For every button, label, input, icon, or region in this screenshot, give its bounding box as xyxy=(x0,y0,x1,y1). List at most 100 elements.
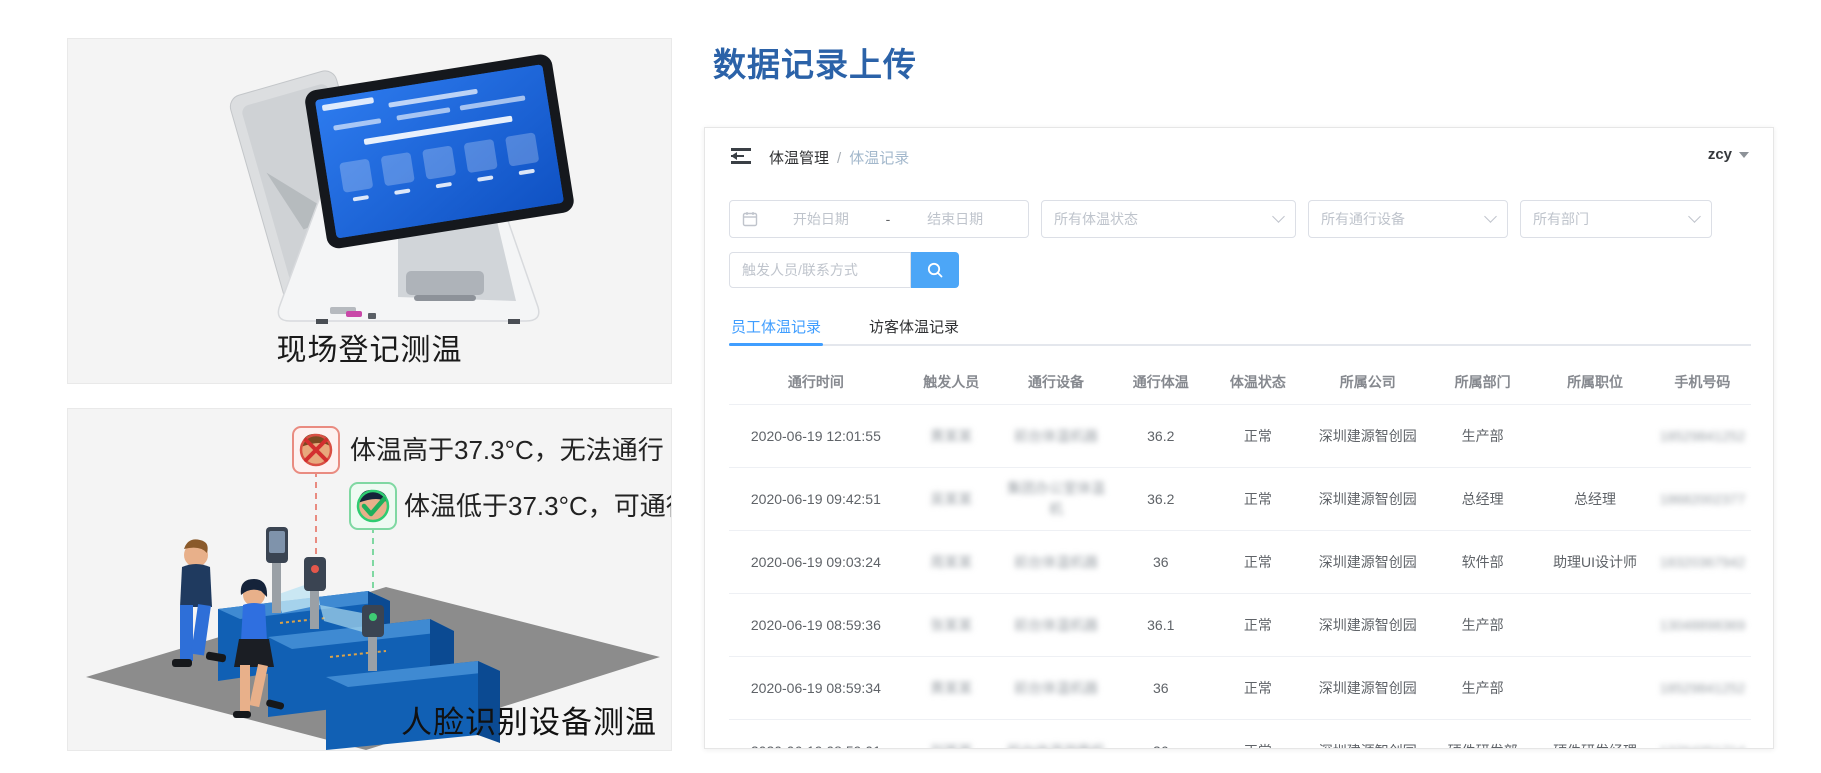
cell-phone-masked: 18682002377 xyxy=(1653,467,1751,531)
allow-annotation: 体温低于37.3°C，可通行 xyxy=(404,491,672,521)
cell-phone-masked: 13048898369 xyxy=(1653,593,1751,657)
cell-department: 硬件研发部 xyxy=(1429,719,1537,748)
cell-phone-masked: 18529841252 xyxy=(1653,656,1751,720)
caption-onsite-registration: 现场登记测温 xyxy=(276,334,463,367)
date-range-picker[interactable]: 开始日期 - 结束日期 xyxy=(729,200,1029,238)
cell-device-masked: 前台体温机器 xyxy=(999,530,1113,594)
page-title: 数据记录上传 xyxy=(713,46,917,83)
calendar-icon xyxy=(742,212,758,227)
record-tabs: 员工体温记录 访客体温记录 xyxy=(729,306,1751,346)
cell-temp: 36 xyxy=(1112,719,1210,748)
status-select-value: 所有体温状态 xyxy=(1054,211,1138,227)
department-select-value: 所有部门 xyxy=(1533,211,1589,227)
cell-temp: 36 xyxy=(1112,530,1210,594)
cell-person-masked: 吴某某 xyxy=(902,467,1000,531)
cell-company: 深圳建源智创园 xyxy=(1306,719,1430,748)
cell-time: 2020-06-19 08:59:34 xyxy=(729,656,903,720)
cell-status: 正常 xyxy=(1209,467,1307,531)
breadcrumb-current: 体温记录 xyxy=(849,150,910,167)
tab-employee-records[interactable]: 员工体温记录 xyxy=(729,306,824,346)
col-company: 所属公司 xyxy=(1339,374,1396,390)
face-deny-icon xyxy=(292,426,340,474)
cell-temp: 36 xyxy=(1112,656,1210,720)
chevron-down-icon xyxy=(1688,210,1701,223)
cell-status: 正常 xyxy=(1209,530,1307,594)
app-card: 体温管理 / 体温记录 zcy 开始日期 - 结束日期 所有体温状态 所有通行设备 xyxy=(704,127,1774,749)
breadcrumb: 体温管理 / 体温记录 xyxy=(769,147,909,168)
table-header-row: 通行时间 触发人员 通行设备 通行体温 体温状态 所属公司 所属部门 所属职位 … xyxy=(729,360,1751,405)
cell-phone-masked: 18529841252 xyxy=(1653,404,1751,468)
cell-time: 2020-06-19 08:59:36 xyxy=(729,593,903,657)
cell-time: 2020-06-19 12:01:55 xyxy=(729,404,903,468)
cell-phone-masked: 18320367942 xyxy=(1653,530,1751,594)
cell-person-masked: 刘某某 xyxy=(902,719,1000,748)
cell-device-masked: 前台体温测量机 xyxy=(999,719,1113,748)
cell-status: 正常 xyxy=(1209,719,1307,748)
col-device: 通行设备 xyxy=(1028,374,1085,390)
search-input[interactable]: 触发人员/联系方式 xyxy=(729,252,911,288)
cell-position: 硬件研发经理 xyxy=(1536,719,1654,748)
menu-collapse-icon[interactable] xyxy=(731,148,751,164)
search-icon xyxy=(927,262,943,278)
search-row: 触发人员/联系方式 xyxy=(729,252,959,288)
cell-status: 正常 xyxy=(1209,656,1307,720)
cell-department: 软件部 xyxy=(1429,530,1537,594)
col-department: 所属部门 xyxy=(1454,374,1511,390)
cell-company: 深圳建源智创园 xyxy=(1306,656,1430,720)
col-pass-time: 通行时间 xyxy=(787,374,844,390)
cell-position xyxy=(1536,404,1654,468)
cell-time: 2020-06-19 08:59:01 xyxy=(729,719,903,748)
breadcrumb-section[interactable]: 体温管理 xyxy=(769,150,829,167)
cell-device-masked: 集团办公室体温机 xyxy=(999,467,1113,531)
cell-device-masked: 前台体温机器 xyxy=(999,656,1113,720)
cell-person-masked: 黄某某 xyxy=(902,656,1000,720)
department-select[interactable]: 所有部门 xyxy=(1520,200,1712,238)
cell-company: 深圳建源智创园 xyxy=(1306,530,1430,594)
cell-position xyxy=(1536,656,1654,720)
search-button[interactable] xyxy=(911,252,959,288)
cell-person-masked: 周某某 xyxy=(902,530,1000,594)
cell-company: 深圳建源智创园 xyxy=(1306,593,1430,657)
breadcrumb-separator: / xyxy=(837,150,842,167)
panel-onsite-registration: 现场登记测温 xyxy=(67,38,672,384)
date-end-placeholder: 结束日期 xyxy=(927,211,984,227)
filter-row: 开始日期 - 结束日期 所有体温状态 所有通行设备 所有部门 xyxy=(729,200,1712,238)
cell-time: 2020-06-19 09:03:24 xyxy=(729,530,903,594)
user-menu[interactable]: zcy xyxy=(1708,146,1749,163)
cell-position: 助理UI设计师 xyxy=(1536,530,1654,594)
device-select-value: 所有通行设备 xyxy=(1321,211,1405,227)
cell-status: 正常 xyxy=(1209,404,1307,468)
date-start-placeholder: 开始日期 xyxy=(792,211,849,227)
col-person: 触发人员 xyxy=(923,374,980,390)
cell-company: 深圳建源智创园 xyxy=(1306,404,1430,468)
records-table: 通行时间 触发人员 通行设备 通行体温 体温状态 所属公司 所属部门 所属职位 … xyxy=(729,360,1751,748)
cell-person-masked: 黄某某 xyxy=(902,404,1000,468)
registration-device-illustration xyxy=(229,54,574,324)
table-row: 2020-06-19 09:03:24 周某某 前台体温机器 36 正常 深圳建… xyxy=(729,530,1751,594)
pass-device-select[interactable]: 所有通行设备 xyxy=(1308,200,1508,238)
cell-department: 生产部 xyxy=(1429,404,1537,468)
panel-face-recognition: 体温高于37.3°C，无法通行 体温低于37.3°C，可通行 人脸识别设备测温 xyxy=(67,408,672,751)
user-name: zcy xyxy=(1707,146,1732,163)
temperature-status-select[interactable]: 所有体温状态 xyxy=(1041,200,1296,238)
table-row: 2020-06-19 09:42:51 吴某某 集团办公室体温机 36.2 正常… xyxy=(729,467,1751,531)
col-status: 体温状态 xyxy=(1229,374,1286,390)
table-row: 2020-06-19 12:01:55 黄某某 前台体温机器 36.2 正常 深… xyxy=(729,404,1751,468)
cell-department: 生产部 xyxy=(1429,593,1537,657)
cell-person-masked: 张某某 xyxy=(902,593,1000,657)
table-row: 2020-06-19 08:59:01 刘某某 前台体温测量机 36 正常 深圳… xyxy=(729,719,1751,748)
cell-department: 总经理 xyxy=(1429,467,1537,531)
table-row: 2020-06-19 08:59:36 张某某 前台体温机器 36.1 正常 深… xyxy=(729,593,1751,657)
date-range-separator: - xyxy=(885,211,891,227)
search-placeholder: 触发人员/联系方式 xyxy=(742,262,858,278)
col-phone: 手机号码 xyxy=(1674,374,1731,390)
cell-status: 正常 xyxy=(1209,593,1307,657)
cell-department: 生产部 xyxy=(1429,656,1537,720)
chevron-down-icon xyxy=(1739,152,1749,158)
cell-device-masked: 前台体温机器 xyxy=(999,593,1113,657)
tab-visitor-records[interactable]: 访客体温记录 xyxy=(867,306,961,344)
cell-device-masked: 前台体温机器 xyxy=(999,404,1113,468)
deny-annotation: 体温高于37.3°C，无法通行 xyxy=(350,435,664,465)
cell-temp: 36.2 xyxy=(1112,467,1210,531)
chevron-down-icon xyxy=(1484,210,1497,223)
